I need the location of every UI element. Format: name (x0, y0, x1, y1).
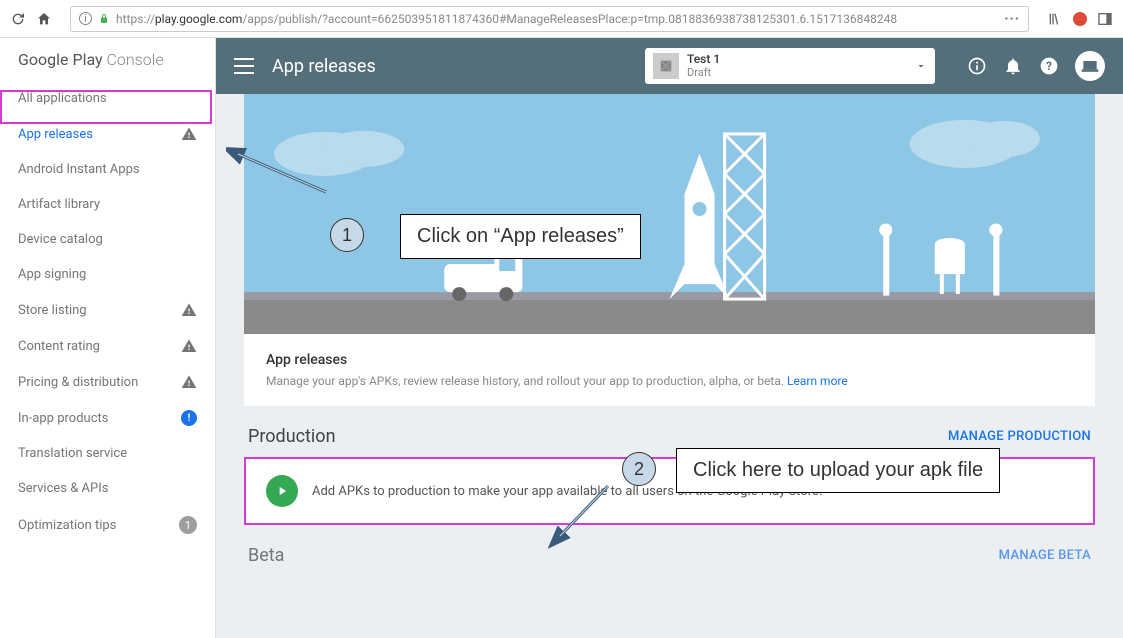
beta-section-header: Beta MANAGE BETA (244, 525, 1095, 576)
svg-text:?: ? (1046, 59, 1052, 73)
learn-more-link[interactable]: Learn more (787, 374, 848, 388)
warning-icon (181, 302, 197, 318)
sidebar-logo: Google Play Console (0, 50, 215, 81)
sidebar-item-all-applications[interactable]: All applications (0, 81, 215, 116)
sidebar-item-content-rating[interactable]: Content rating (0, 328, 215, 364)
sidebar-item-label: Services & APIs (18, 481, 108, 496)
selected-app-status: Draft (687, 67, 907, 79)
annotation-step-1: 1 (330, 218, 364, 252)
browser-nav-icons (10, 11, 52, 27)
selected-app-name: Test 1 (687, 53, 907, 66)
beta-title: Beta (248, 545, 284, 566)
sidebar-item-label: Device catalog (18, 232, 103, 247)
warning-icon (181, 338, 197, 354)
sidebar-item-label: Translation service (18, 446, 127, 461)
sidebar-item-label: In-app products (18, 411, 108, 426)
url-bar[interactable]: i https://play.google.com/apps/publish/?… (70, 6, 1029, 32)
hero-subtitle: Manage your app's APKs, review release h… (266, 374, 1073, 388)
sidebar-item-pricing-distribution[interactable]: Pricing & distribution (0, 364, 215, 400)
browser-right-icons (1047, 11, 1113, 27)
manage-beta-button[interactable]: MANAGE BETA (999, 548, 1091, 563)
info-icon[interactable] (967, 56, 987, 76)
alert-icon: ! (181, 410, 197, 426)
play-icon (266, 475, 298, 507)
sidebar-item-label: All applications (18, 91, 107, 106)
production-title: Production (248, 426, 336, 447)
content: App releases Manage your app's APKs, rev… (216, 94, 1123, 576)
step-1-badge: 1 (330, 218, 364, 252)
hero-banner (244, 94, 1095, 334)
reload-icon[interactable] (10, 11, 26, 27)
sidebar-item-android-instant-apps[interactable]: Android Instant Apps (0, 152, 215, 187)
info-icon: i (79, 12, 92, 25)
url-text: https://play.google.com/apps/publish/?ac… (116, 12, 897, 26)
sidebar-item-label: Optimization tips (18, 518, 116, 533)
sidebar-item-app-signing[interactable]: App signing (0, 257, 215, 292)
sidebar-item-label: Store listing (18, 303, 87, 318)
sidebar-item-label: App signing (18, 267, 86, 282)
extension-icon[interactable] (1073, 12, 1087, 26)
hero-title: App releases (266, 352, 1073, 368)
sidebar-item-artifact-library[interactable]: Artifact library (0, 187, 215, 222)
sidebar-item-translation-service[interactable]: Translation service (0, 436, 215, 471)
annotation-arrow-2 (548, 480, 628, 550)
sidebar: Google Play Console All applications App … (0, 38, 216, 638)
annotation-arrow-1 (226, 142, 336, 202)
step-2-badge: 2 (622, 452, 656, 486)
sidebar-item-services-apis[interactable]: Services & APIs (0, 471, 215, 506)
topbar: App releases Test 1 Draft ? (216, 38, 1123, 94)
annotation-callout-1: Click on “App releases” (400, 214, 641, 259)
sidebar-item-optimization-tips[interactable]: Optimization tips 1 (0, 506, 215, 544)
sidebar-item-device-catalog[interactable]: Device catalog (0, 222, 215, 257)
sidebar-item-store-listing[interactable]: Store listing (0, 292, 215, 328)
sidebar-item-label: Artifact library (18, 197, 100, 212)
app-selector[interactable]: Test 1 Draft (645, 48, 935, 84)
sidebar-item-label: Content rating (18, 339, 100, 354)
chevron-down-icon (915, 60, 927, 72)
help-icon[interactable]: ? (1039, 56, 1059, 76)
page-title: App releases (272, 56, 376, 77)
home-icon[interactable] (36, 11, 52, 27)
bell-icon[interactable] (1003, 56, 1023, 76)
manage-production-button[interactable]: MANAGE PRODUCTION (948, 429, 1091, 444)
url-more-icon[interactable]: ··· (1004, 11, 1020, 27)
count-badge: 1 (179, 516, 197, 534)
library-icon[interactable] (1047, 11, 1063, 27)
avatar[interactable] (1075, 51, 1105, 81)
main-area: App releases Test 1 Draft ? (216, 38, 1123, 638)
annotation-step-2: 2 (622, 452, 656, 486)
sidebar-item-app-releases[interactable]: App releases (0, 116, 215, 152)
warning-icon (181, 126, 197, 142)
menu-icon[interactable] (234, 58, 254, 74)
sidebar-item-label: Pricing & distribution (18, 375, 138, 390)
warning-icon (181, 374, 197, 390)
lock-icon (98, 13, 110, 25)
hero-description: App releases Manage your app's APKs, rev… (244, 334, 1095, 406)
sidebar-toggle-icon[interactable] (1097, 11, 1113, 27)
app-icon-placeholder (653, 53, 679, 79)
sidebar-item-label: App releases (18, 127, 93, 142)
browser-toolbar: i https://play.google.com/apps/publish/?… (0, 0, 1123, 38)
annotation-callout-2: Click here to upload your apk file (676, 448, 1000, 493)
sidebar-item-label: Android Instant Apps (18, 162, 140, 177)
sidebar-item-in-app-products[interactable]: In-app products! (0, 400, 215, 436)
